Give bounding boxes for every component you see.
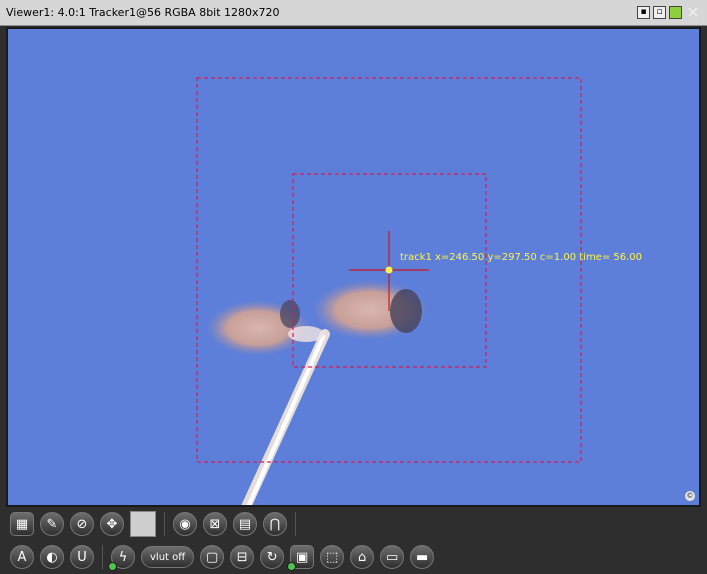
reel-icon[interactable]: ▬ (410, 545, 435, 569)
close-icon[interactable]: ✕ (685, 4, 701, 20)
rotate-icon[interactable]: ↻ (260, 545, 285, 569)
frame-icon[interactable]: ▢ (200, 545, 225, 569)
no-key-icon[interactable]: ⊘ (70, 512, 94, 536)
maximize-icon[interactable]: ▫ (653, 6, 666, 19)
viewer-toolbar-bottom: A ◐ U ϟ vlut off ▢ ⊟ ↻ ▣ ⬚ ⌂ ▭ ▬ (6, 541, 701, 573)
status-led (287, 562, 297, 571)
magnet-icon[interactable]: ⋂ (263, 512, 287, 536)
status-led (108, 562, 117, 571)
copyright-icon: © (685, 491, 695, 501)
color-grid-icon[interactable] (669, 6, 682, 19)
pick-color-icon[interactable]: ✎ (40, 512, 64, 536)
track-readout: track1 x=246.50 y=297.50 c=1.00 time= 56… (400, 252, 643, 263)
viewer-window: Viewer1: 4.0:1 Tracker1@56 RGBA 8bit 128… (0, 0, 707, 574)
grid-icon[interactable]: ▦ (10, 512, 34, 536)
lamp-pole (241, 329, 330, 505)
eyes-icon[interactable]: ◉ (173, 512, 197, 536)
alpha-icon[interactable]: A (10, 545, 34, 569)
toolbar-separator (102, 545, 103, 569)
u-icon[interactable]: U (70, 545, 94, 569)
viewer-toolbar-top: ▦ ✎ ⊘ ✥ ◉ ⊠ ▤ ⋂ (6, 508, 701, 540)
image-viewport[interactable]: track1 x=246.50 y=297.50 c=1.00 time= 56… (8, 29, 699, 505)
color-wheel-icon[interactable]: ◐ (40, 545, 64, 569)
window-controls: ▪ ▫ ✕ (637, 4, 701, 20)
lightning-icon[interactable]: ϟ (108, 545, 135, 571)
monitor-icon[interactable]: ▣ (287, 545, 315, 571)
viewer-canvas (196, 77, 582, 505)
vlut-off-button[interactable]: vlut off (141, 546, 195, 568)
toolbar-separator (164, 512, 165, 536)
mask-icon[interactable]: ⬚ (320, 545, 345, 569)
fit-icon[interactable]: ⊟ (230, 545, 255, 569)
house-icon[interactable]: ⌂ (350, 545, 375, 569)
minimize-icon[interactable]: ▪ (637, 6, 650, 19)
film-icon[interactable]: ▭ (380, 545, 405, 569)
color-swatch[interactable] (130, 511, 156, 537)
viewer-frame: track1 x=246.50 y=297.50 c=1.00 time= 56… (6, 27, 701, 507)
toolbar-separator (295, 512, 296, 536)
layers-icon[interactable]: ▤ (233, 512, 257, 536)
box-x-icon[interactable]: ⊠ (203, 512, 227, 536)
window-title: Viewer1: 4.0:1 Tracker1@56 RGBA 8bit 128… (6, 6, 280, 19)
move-icon[interactable]: ✥ (100, 512, 124, 536)
title-bar: Viewer1: 4.0:1 Tracker1@56 RGBA 8bit 128… (0, 0, 707, 26)
